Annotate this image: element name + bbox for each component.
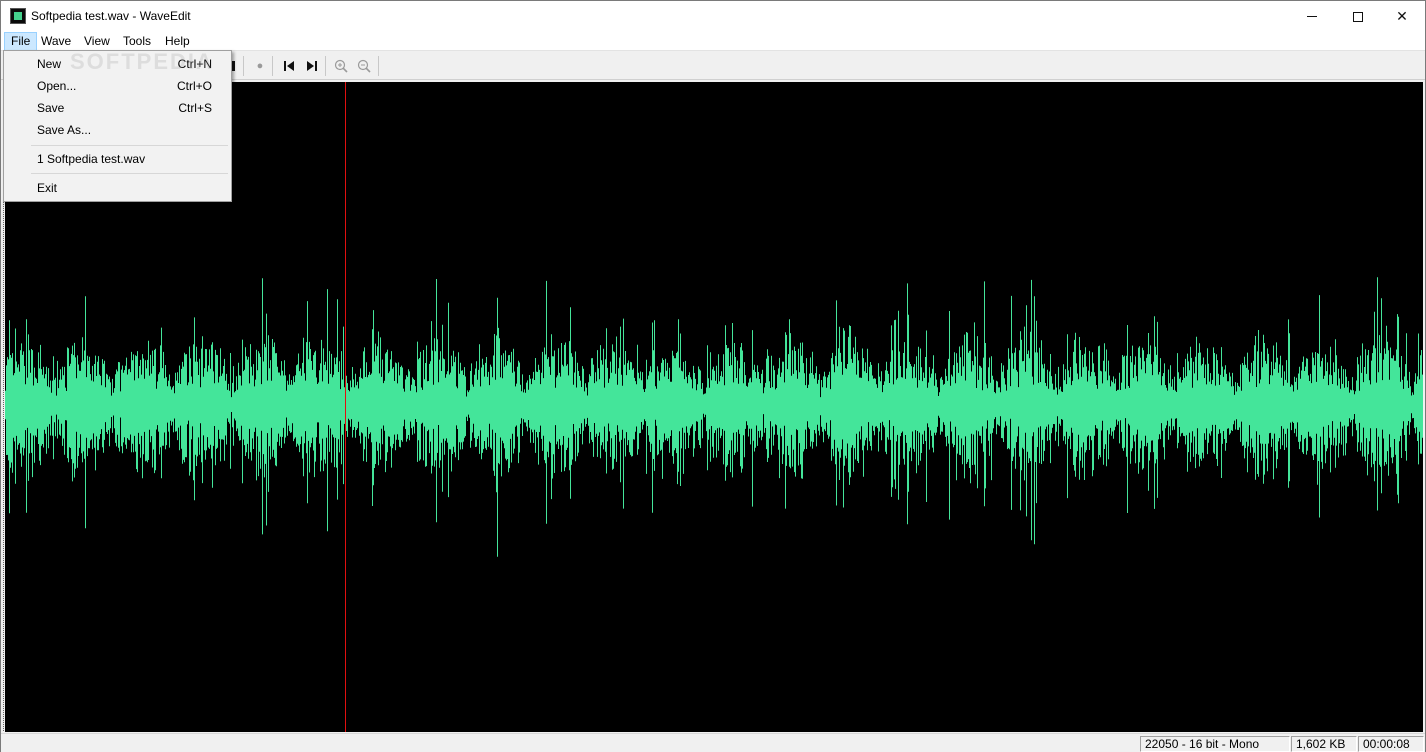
status-duration: 00:00:08 <box>1358 736 1424 752</box>
close-icon: ✕ <box>1396 8 1408 24</box>
menu-item-open[interactable]: Open... Ctrl+O <box>6 76 229 97</box>
maximize-icon <box>1353 11 1363 22</box>
zoom-in-button[interactable] <box>331 56 351 76</box>
menu-file[interactable]: File <box>4 32 38 51</box>
skip-to-start-icon <box>284 61 294 71</box>
menu-wave[interactable]: Wave <box>35 32 77 51</box>
menu-item-label: Open... <box>37 79 77 93</box>
waveedit-app-icon[interactable] <box>10 8 26 24</box>
toolbar-separator <box>243 56 244 76</box>
toolbar-separator <box>325 56 326 76</box>
skip-to-end-icon <box>307 61 317 71</box>
menu-item-label: New <box>37 57 62 71</box>
minimize-icon <box>1307 16 1317 17</box>
menu-separator <box>31 145 228 146</box>
status-file-size: 1,602 KB <box>1291 736 1357 752</box>
menu-item-label: Exit <box>37 181 58 195</box>
menu-item-label: 1 Softpedia test.wav <box>37 152 146 166</box>
menu-tools[interactable]: Tools <box>117 32 157 51</box>
window-title: Softpedia test.wav - WaveEdit <box>31 9 191 23</box>
zoom-out-button[interactable] <box>354 56 374 76</box>
toolbar-separator <box>378 56 379 76</box>
maximize-button[interactable] <box>1335 1 1381 32</box>
menu-item-shortcut: Ctrl+O <box>176 79 212 93</box>
file-dropdown-menu: New Ctrl+N Open... Ctrl+O Save Ctrl+S Sa… <box>3 50 232 202</box>
zoom-out-icon <box>357 59 371 73</box>
status-format: 22050 - 16 bit - Mono <box>1140 736 1290 752</box>
menu-item-shortcut: Ctrl+N <box>177 57 212 71</box>
toolbar-separator <box>272 56 273 76</box>
menu-item-save-as[interactable]: Save As... <box>6 120 229 141</box>
menu-item-new[interactable]: New Ctrl+N <box>6 54 229 75</box>
menu-item-exit[interactable]: Exit <box>6 178 229 199</box>
menu-item-label: Save As... <box>37 123 92 137</box>
minimize-button[interactable] <box>1289 1 1335 32</box>
close-button[interactable]: ✕ <box>1379 1 1425 32</box>
record-button[interactable]: ● <box>250 56 270 76</box>
status-bar: 22050 - 16 bit - Mono 1,602 KB 00:00:08 <box>1 733 1425 752</box>
menu-item-save[interactable]: Save Ctrl+S <box>6 98 229 119</box>
menu-item-recent-file[interactable]: 1 Softpedia test.wav <box>6 149 229 170</box>
waveform-trace <box>5 277 1423 557</box>
zoom-in-icon <box>334 59 348 73</box>
menu-item-label: Save <box>37 101 65 115</box>
record-icon: ● <box>256 60 264 72</box>
skip-to-start-button[interactable] <box>279 56 299 76</box>
menu-view[interactable]: View <box>78 32 116 51</box>
menu-separator <box>31 173 228 174</box>
selection-edge-marker <box>3 201 4 731</box>
menu-item-shortcut: Ctrl+S <box>178 101 212 115</box>
menu-help[interactable]: Help <box>159 32 196 51</box>
skip-to-end-button[interactable] <box>302 56 322 76</box>
menu-bar: File Wave View Tools Help <box>1 32 1425 51</box>
title-bar[interactable]: Softpedia test.wav - WaveEdit ✕ <box>1 1 1425 32</box>
